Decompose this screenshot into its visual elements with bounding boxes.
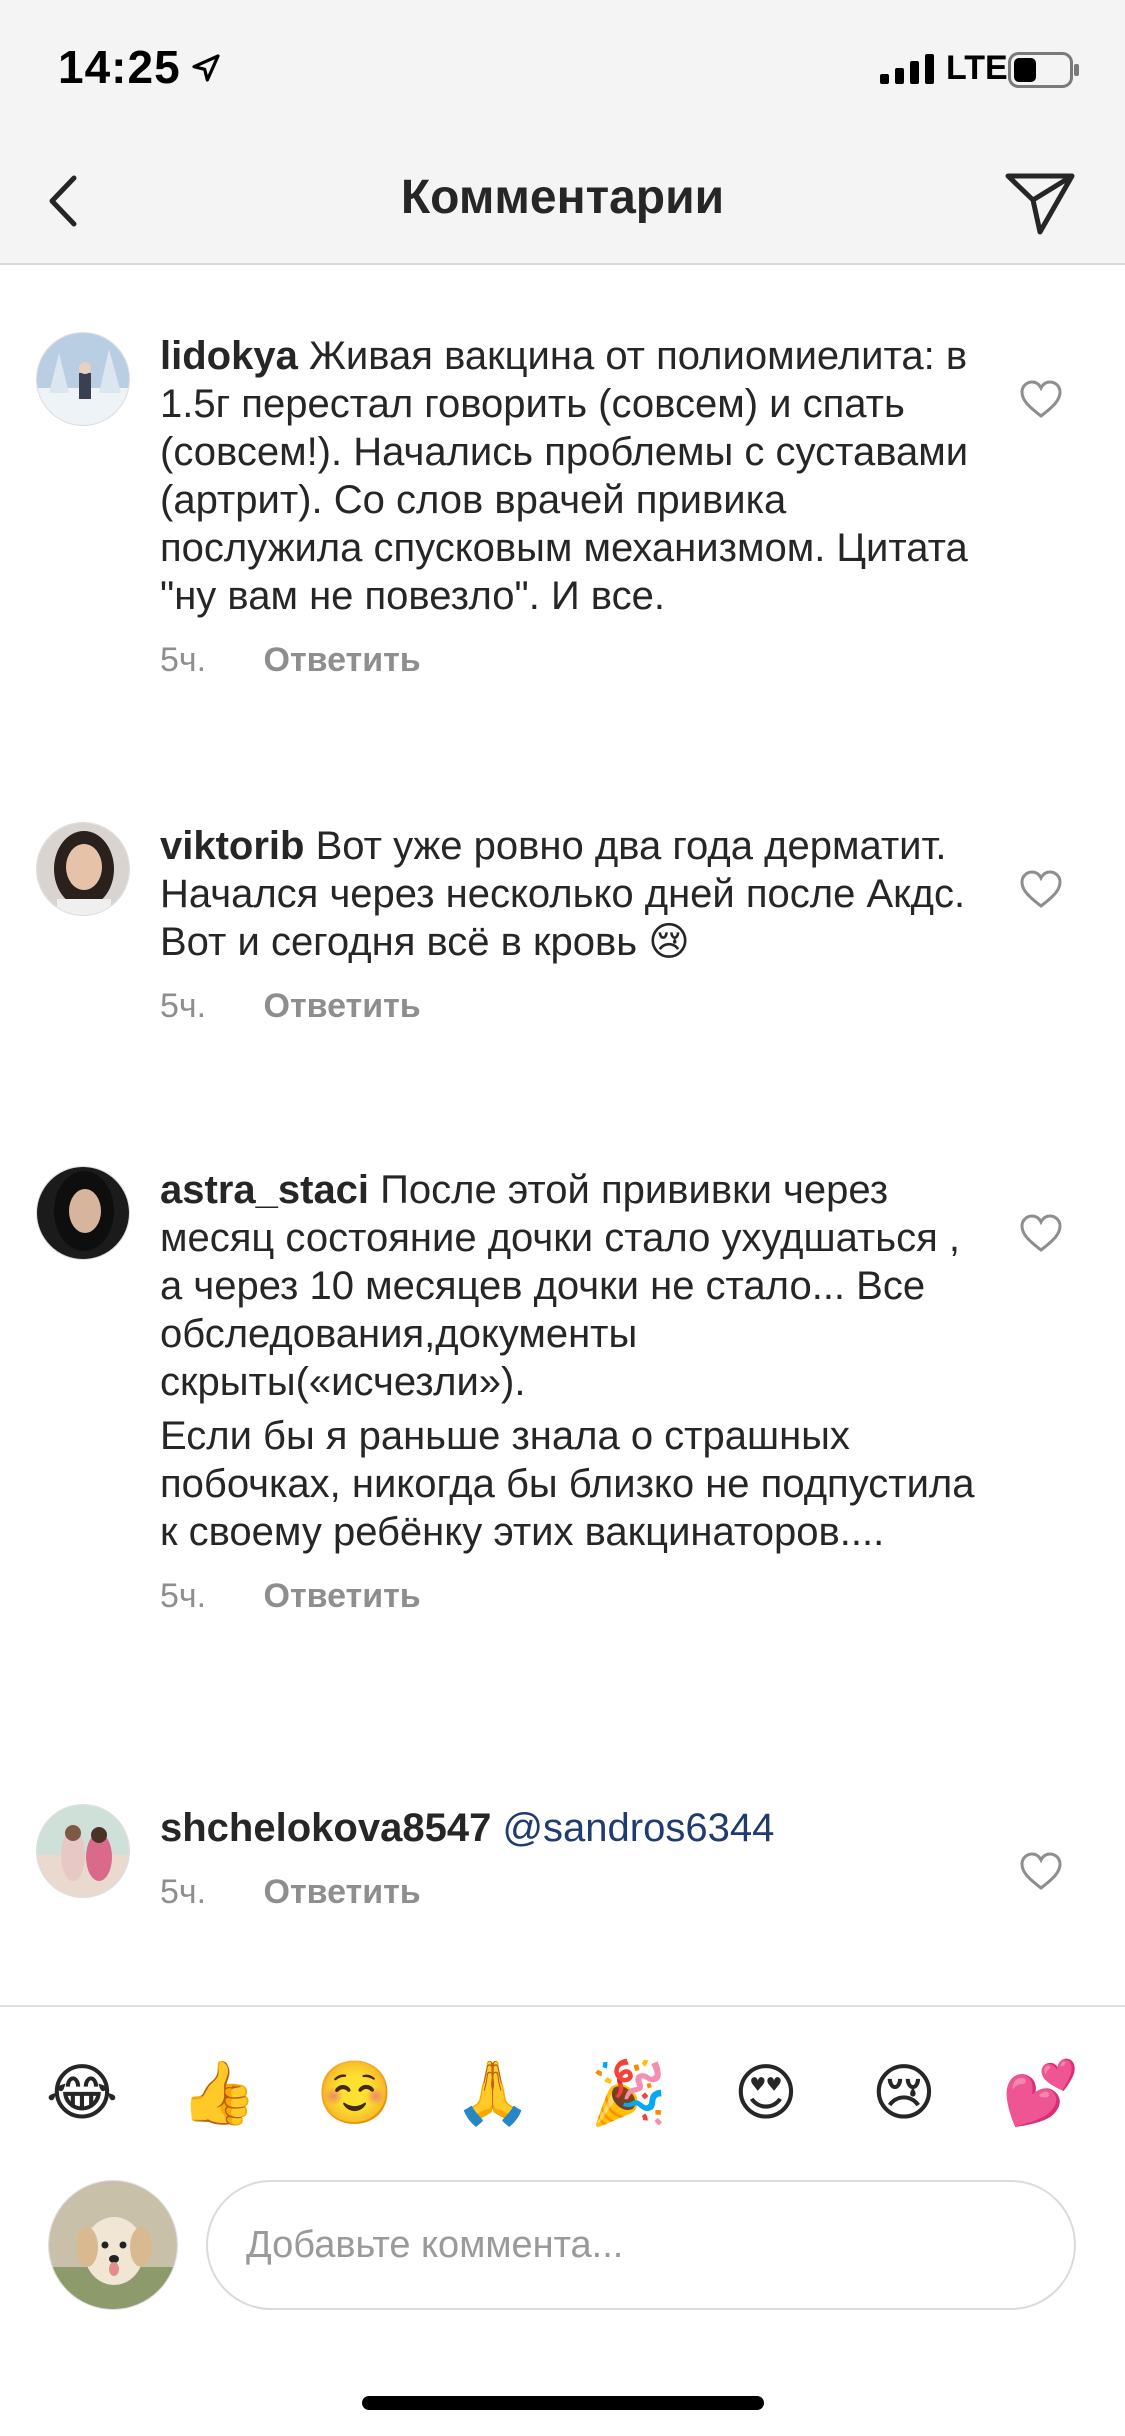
emoji-button[interactable]: 🙏 <box>454 2055 531 2131</box>
comment-composer <box>0 2170 1125 2320</box>
status-time: 14:25 <box>58 41 181 93</box>
battery-icon <box>1008 52 1079 88</box>
avatar[interactable] <box>36 1804 130 1898</box>
avatar-image <box>37 1167 129 1259</box>
comment-body: viktorib Вот уже ровно два года дерматит… <box>160 822 980 1026</box>
comment-username[interactable]: shchelokova8547 <box>160 1806 491 1850</box>
comment-body: shchelokova8547 @sandros6344 5ч. Ответит… <box>160 1804 980 1912</box>
home-indicator[interactable] <box>362 2396 764 2410</box>
network-type: LTE <box>946 49 1008 87</box>
page-title: Комментарии <box>400 171 725 224</box>
avatar[interactable] <box>36 1166 130 1260</box>
emoji-button[interactable]: 😢 <box>866 2055 942 2131</box>
header: Комментарии <box>0 140 1125 265</box>
status-bar: 14:25 LTE <box>0 0 1125 140</box>
emoji-button[interactable]: 🎉 <box>590 2055 667 2131</box>
reply-button[interactable]: Ответить <box>264 1577 421 1615</box>
heart-icon[interactable] <box>1020 1852 1062 1892</box>
emoji-button[interactable]: ☺️ <box>316 2055 393 2131</box>
heart-icon[interactable] <box>1020 870 1062 910</box>
reply-button[interactable]: Ответить <box>264 987 421 1025</box>
location-arrow-icon <box>192 54 220 82</box>
comment-username[interactable]: viktorib <box>160 824 304 868</box>
comment-meta: 5ч. Ответить <box>160 640 980 680</box>
comment-username[interactable]: lidokya <box>160 334 298 378</box>
emoji-quick-bar: 😂 👍 ☺️ 🙏 🎉 😍 😢 💕 <box>0 2005 1125 2170</box>
direct-send-icon[interactable] <box>1000 160 1080 240</box>
avatar-image <box>37 823 129 915</box>
comment-meta: 5ч. Ответить <box>160 1576 980 1616</box>
avatar-image <box>37 1805 129 1897</box>
comment-body: astra_staci После этой прививки через ме… <box>160 1166 980 1616</box>
emoji-button[interactable]: 👍 <box>180 2055 257 2131</box>
signal-bars-icon <box>880 54 934 84</box>
comment-text-continued: Если бы я раньше знала о страшных побочк… <box>160 1414 975 1554</box>
reply-button[interactable]: Ответить <box>264 1873 421 1911</box>
emoji-button[interactable]: 😍 <box>728 2055 804 2131</box>
avatar[interactable] <box>36 332 130 426</box>
comment-meta: 5ч. Ответить <box>160 986 980 1026</box>
emoji-button[interactable]: 😂 <box>44 2055 120 2131</box>
reply-button[interactable]: Ответить <box>264 641 421 679</box>
heart-icon[interactable] <box>1020 1214 1062 1254</box>
heart-icon[interactable] <box>1020 380 1062 420</box>
avatar[interactable] <box>36 822 130 916</box>
comment-body: lidokya Живая вакцина от полиомиелита: в… <box>160 332 980 680</box>
comment-input[interactable] <box>206 2180 1076 2310</box>
avatar-image <box>49 2181 177 2309</box>
comment-username[interactable]: astra_staci <box>160 1168 369 1212</box>
comment-time: 5ч. <box>160 1577 207 1615</box>
my-avatar <box>48 2180 178 2310</box>
avatar-image <box>37 333 129 425</box>
comment-time: 5ч. <box>160 641 207 679</box>
comment-time: 5ч. <box>160 987 207 1025</box>
comment-mention[interactable]: @sandros6344 <box>502 1806 774 1850</box>
emoji-button[interactable]: 💕 <box>1002 2055 1079 2131</box>
comment-meta: 5ч. Ответить <box>160 1872 980 1912</box>
comment-time: 5ч. <box>160 1873 207 1911</box>
